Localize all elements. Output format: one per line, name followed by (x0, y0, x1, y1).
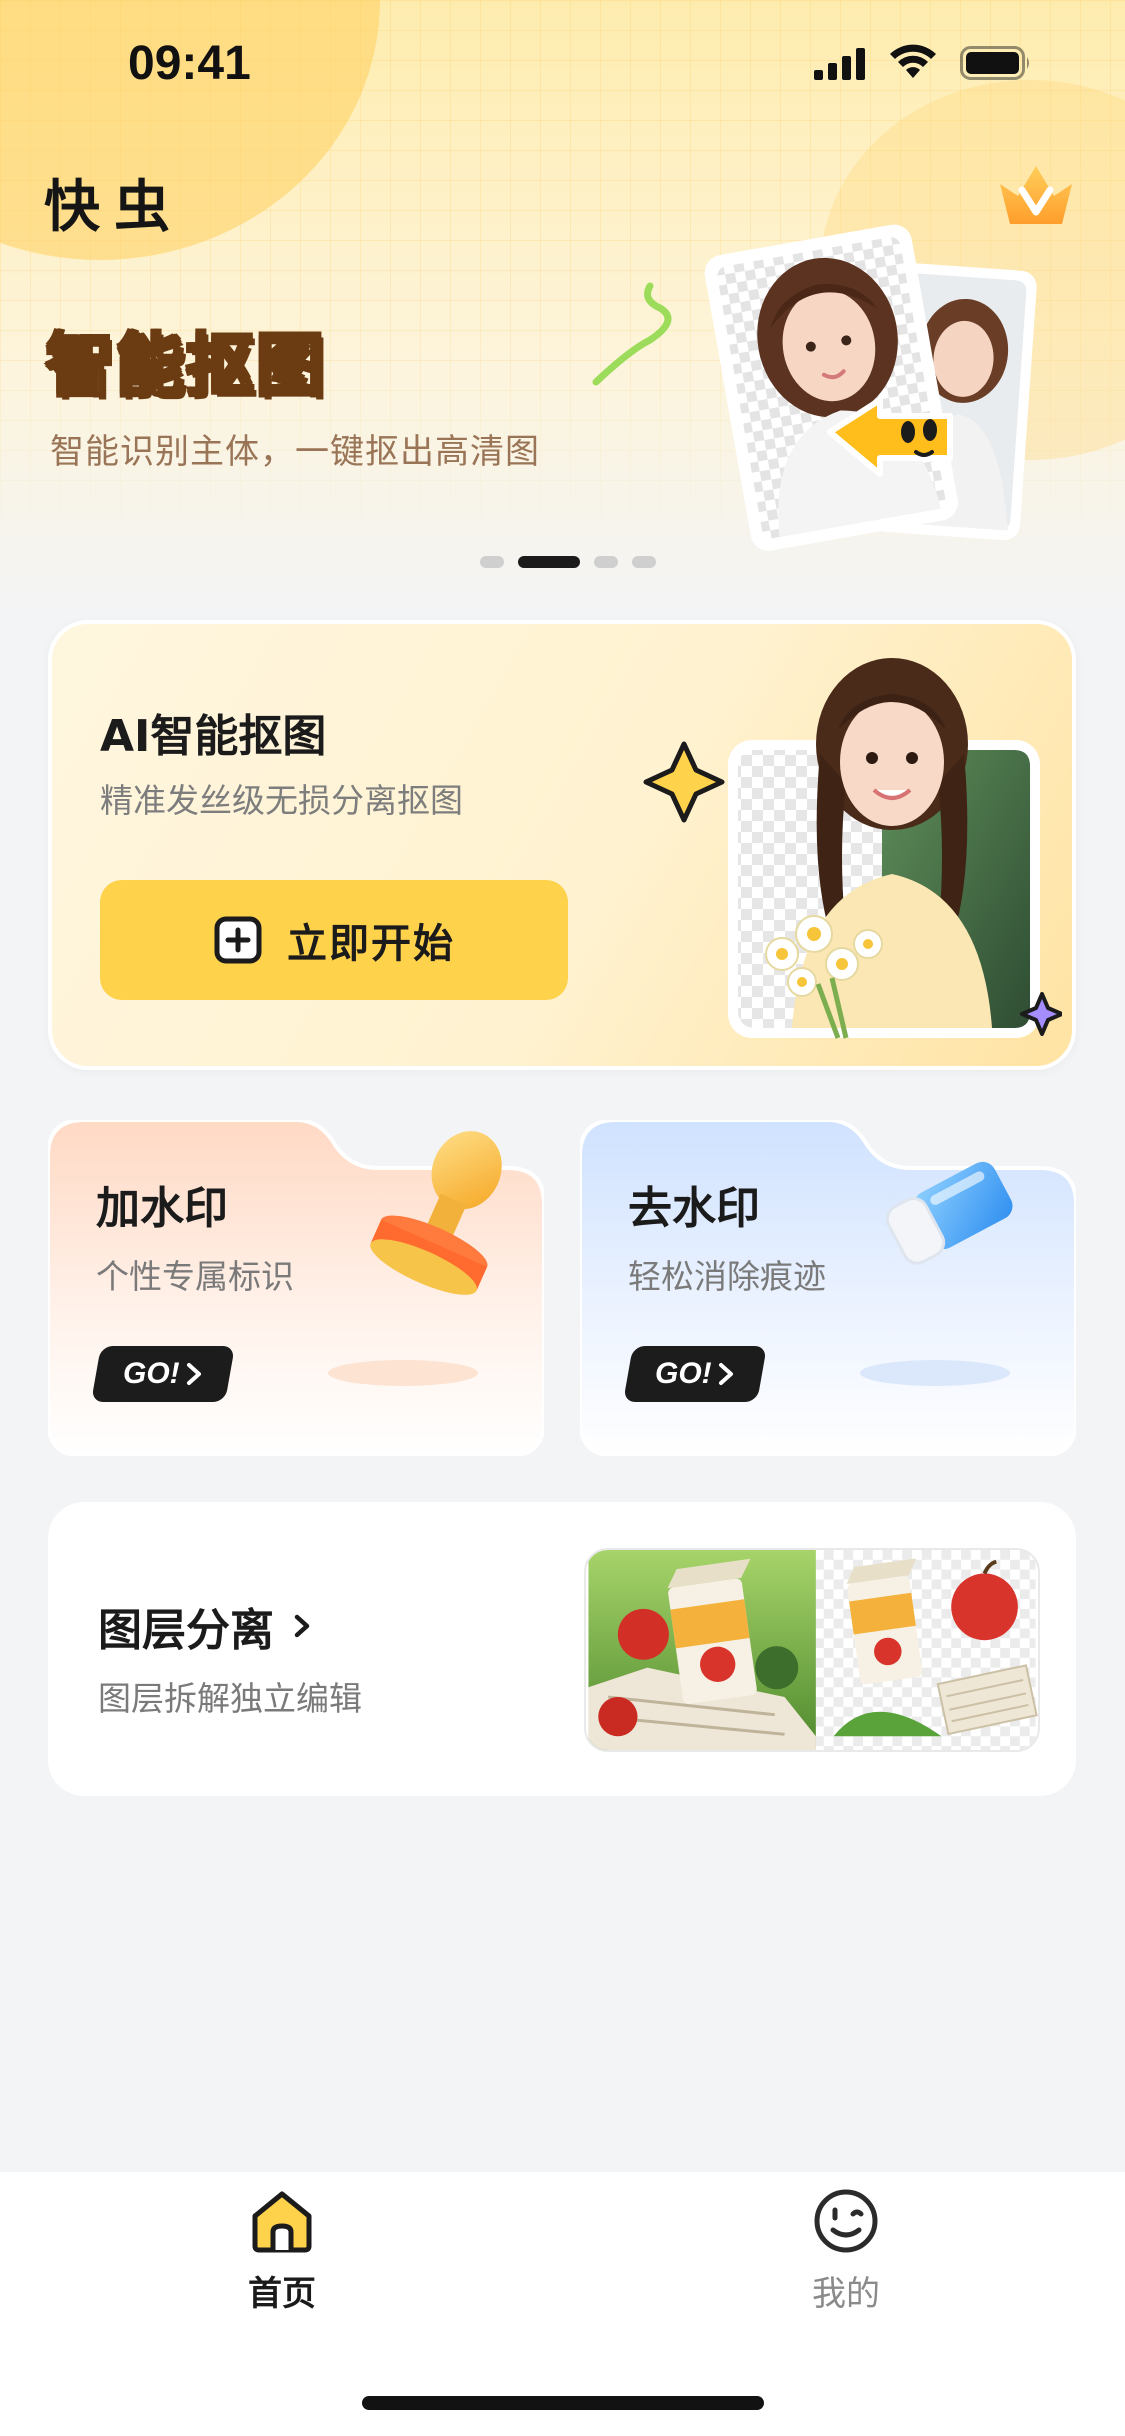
tab-home-label: 首页 (248, 2274, 316, 2314)
chevron-right-icon (294, 1614, 310, 1638)
add-watermark-card[interactable]: 加水印 个性专属标识 GO! (48, 1120, 544, 1456)
layer-separation-illustration (584, 1548, 1040, 1752)
carousel-dot[interactable] (480, 556, 504, 568)
layer-card-title: 图层分离 (98, 1605, 274, 1656)
stamp-icon (370, 1131, 502, 1295)
banner-title: 智能抠图 (44, 326, 327, 408)
status-bar: 09:41 (0, 0, 1125, 130)
start-now-button[interactable]: 立即开始 (100, 880, 568, 1000)
banner-subtitle: 智能识别主体，一键抠出高清图 (50, 432, 540, 472)
remove-watermark-card[interactable]: 去水印 轻松消除痕迹 GO! (580, 1120, 1076, 1456)
banner-illustration[interactable] (590, 200, 1060, 580)
smiley-face-icon (814, 2189, 878, 2253)
ai-card-subtitle: 精准发丝级无损分离抠图 (100, 781, 463, 820)
eraser-icon (885, 1161, 1013, 1265)
go-label: GO! (654, 1357, 712, 1390)
add-watermark-subtitle: 个性专属标识 (96, 1257, 294, 1296)
carousel-dot[interactable] (594, 556, 618, 568)
go-label: GO! (122, 1357, 180, 1390)
chevron-right-icon (187, 1363, 202, 1385)
wifi-icon (890, 44, 936, 78)
eraser-shadow (860, 1360, 1010, 1386)
plus-square-icon (214, 916, 262, 964)
home-indicator[interactable] (362, 2396, 764, 2410)
status-time: 09:41 (128, 37, 251, 90)
add-watermark-title: 加水印 (96, 1183, 228, 1234)
cellular-signal-icon (814, 48, 865, 80)
remove-watermark-go-button[interactable]: GO! (623, 1346, 767, 1402)
ai-card-title: AI智能抠图 (100, 711, 327, 762)
carousel-dot[interactable] (632, 556, 656, 568)
start-now-label: 立即开始 (287, 922, 455, 966)
tab-mine-label: 我的 (812, 2274, 880, 2314)
layer-card-subtitle: 图层拆解独立编辑 (98, 1679, 362, 1718)
ai-cutout-card[interactable]: AI智能抠图 精准发丝级无损分离抠图 立即开始 (48, 620, 1076, 1070)
portrait-cutout-illustration (643, 658, 1062, 1039)
home-icon (252, 2191, 312, 2253)
carousel-dot-active[interactable] (518, 556, 580, 568)
layer-title-row[interactable]: 图层分离 (98, 1594, 312, 1658)
chevron-right-icon (719, 1363, 734, 1385)
stamp-shadow (328, 1360, 478, 1386)
add-watermark-go-button[interactable]: GO! (91, 1346, 235, 1402)
remove-watermark-title: 去水印 (628, 1183, 760, 1234)
tab-mine[interactable]: 我的 (746, 2186, 946, 2336)
tab-home[interactable]: 首页 (182, 2186, 382, 2336)
remove-watermark-subtitle: 轻松消除痕迹 (628, 1257, 826, 1296)
layer-separation-card[interactable]: 图层分离 图层拆解独立编辑 (48, 1502, 1076, 1796)
banner-carousel-dots[interactable] (480, 556, 656, 568)
app-title: 快虫 (44, 175, 184, 240)
battery-icon (960, 46, 1029, 80)
